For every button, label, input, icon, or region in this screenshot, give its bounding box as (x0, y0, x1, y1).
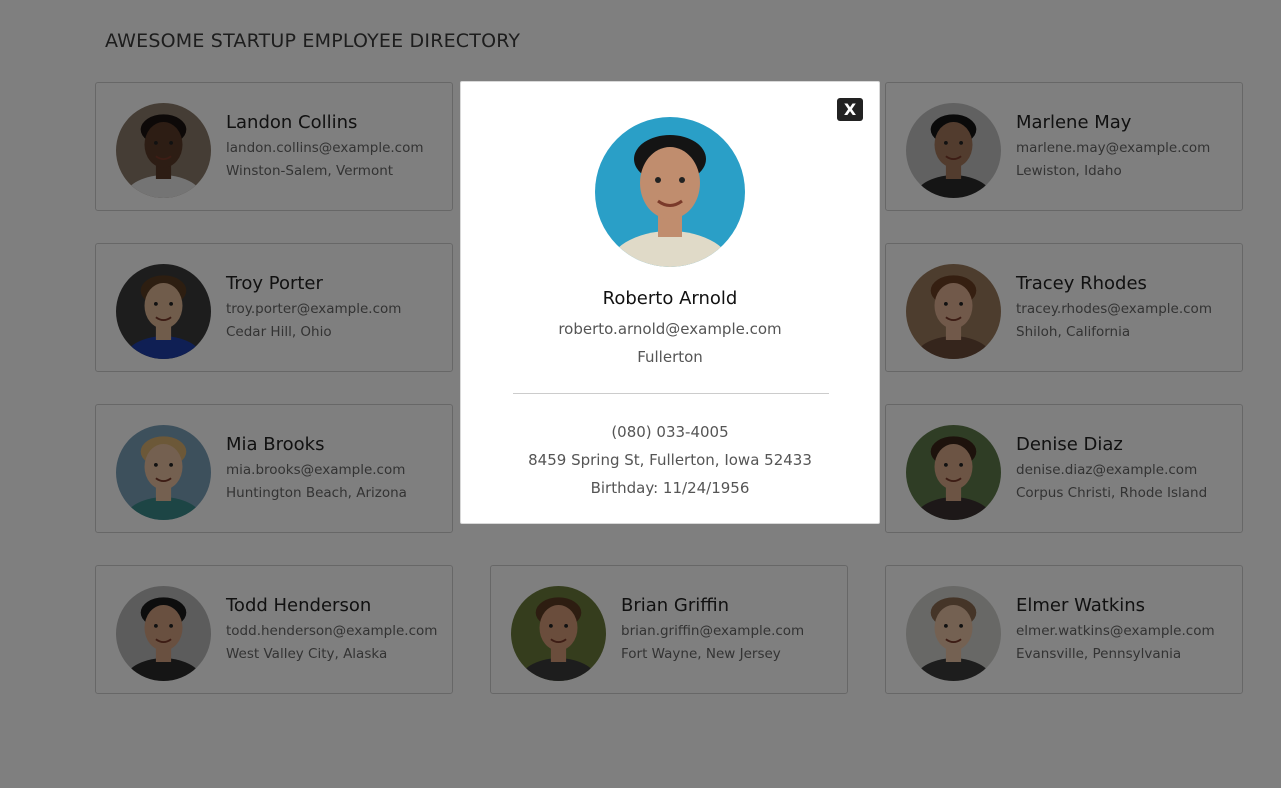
modal-city: Fullerton (637, 348, 703, 366)
close-button[interactable]: X (837, 98, 863, 121)
modal-email: roberto.arnold@example.com (558, 320, 782, 338)
modal-birthday: Birthday: 11/24/1956 (590, 479, 750, 497)
modal-divider (513, 393, 829, 394)
modal-avatar (595, 117, 745, 267)
modal-name: Roberto Arnold (602, 288, 738, 309)
modal-address: 8459 Spring St, Fullerton, Iowa 52433 (528, 451, 812, 469)
employee-modal: X Roberto Arnold roberto.arnold@example.… (460, 81, 880, 524)
modal-phone: (080) 033-4005 (611, 423, 729, 441)
